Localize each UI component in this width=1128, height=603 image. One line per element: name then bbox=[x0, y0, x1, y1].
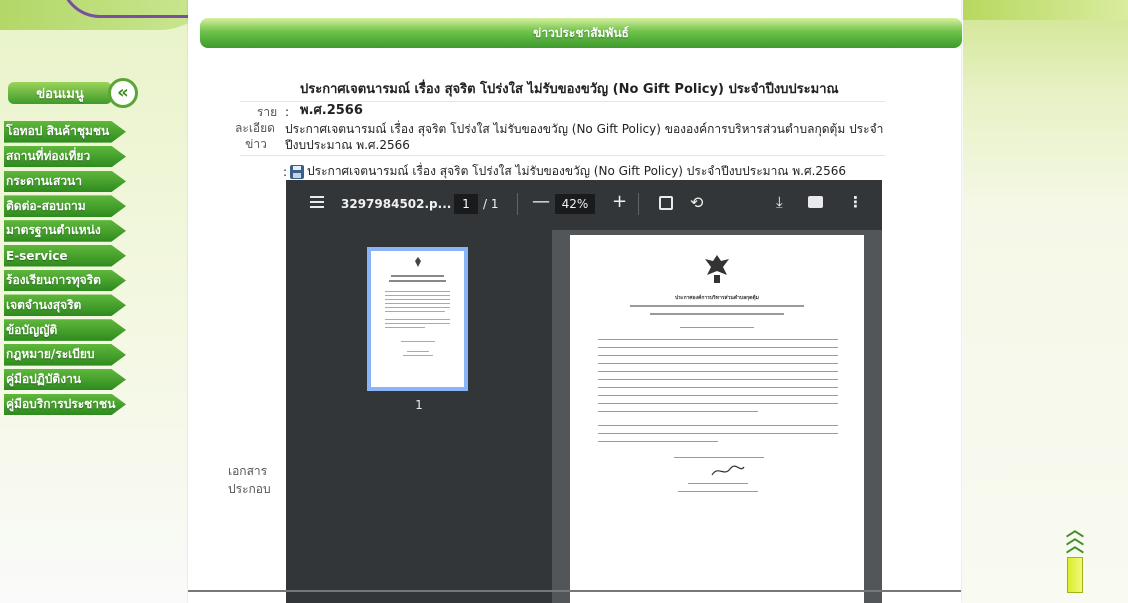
garuda-emblem-icon bbox=[705, 255, 729, 283]
sidebar-item-attractions[interactable]: สถานที่ท่องเที่ยว bbox=[4, 145, 126, 168]
thumbnail-page-number: 1 bbox=[415, 398, 423, 412]
hamburger-menu-icon[interactable] bbox=[310, 196, 324, 208]
fit-page-icon[interactable] bbox=[659, 196, 673, 210]
double-chevron-left-icon[interactable]: « bbox=[108, 78, 138, 108]
pdf-text-line bbox=[598, 363, 838, 364]
page-thumbnail[interactable] bbox=[367, 247, 468, 391]
sidebar-item-ordinances[interactable]: ข้อบัญญัติ bbox=[4, 319, 126, 341]
pdf-viewer[interactable]: 3297984502.p... 1 / 1 — 42% + ⟲ ⤓ ⋮ 1 ปร… bbox=[286, 180, 882, 603]
sidebar-item-laws[interactable]: กฎหมาย/ระเบียบ bbox=[4, 344, 126, 366]
pdf-text-line bbox=[630, 305, 804, 307]
print-icon[interactable] bbox=[808, 196, 823, 208]
news-title: ประกาศเจตนารมณ์ เรื่อง สุจริต โปร่งใส ไม… bbox=[300, 82, 839, 118]
pdf-text-line bbox=[598, 347, 838, 348]
pdf-text-line bbox=[598, 339, 838, 340]
rotate-icon[interactable]: ⟲ bbox=[690, 193, 703, 212]
scroll-to-top-icon[interactable]: ︿ ︿ ︿ bbox=[1058, 522, 1092, 593]
pdf-text-line bbox=[650, 313, 784, 315]
zoom-in-button[interactable]: + bbox=[612, 191, 627, 212]
detail-text: ปีงบประมาณ พ.ศ.2566 bbox=[285, 138, 410, 152]
sidebar-header: ข่อนเมนู « bbox=[8, 78, 138, 108]
sidebar-menu: โอทอป สินค้าชุมชน สถานที่ท่องเที่ยว กระด… bbox=[4, 121, 140, 418]
detail-colon: : bbox=[285, 105, 290, 119]
detail-label: ข่าว bbox=[245, 137, 267, 151]
page-number-input[interactable]: 1 bbox=[454, 194, 478, 214]
signature bbox=[711, 465, 745, 476]
toolbar-divider bbox=[638, 193, 639, 215]
toolbar-divider bbox=[517, 193, 518, 215]
pdf-toolbar: 3297984502.p... 1 / 1 — 42% + ⟲ ⤓ ⋮ bbox=[286, 180, 882, 230]
attachment-label-line: ประกอบ bbox=[228, 482, 271, 496]
detail-label: ราย bbox=[256, 105, 278, 119]
detail-text: ประกาศเจตนารมณ์ เรื่อง สุจริต โปร่งใส ไม… bbox=[285, 122, 884, 136]
sidebar-item-eservice[interactable]: E-service bbox=[4, 244, 126, 267]
sidebar-item-work-manual[interactable]: คู่มือปฏิบัติงาน bbox=[4, 368, 126, 391]
attachment-colon: : bbox=[283, 164, 288, 179]
attachment-label-line: เอกสาร bbox=[228, 464, 268, 478]
sidebar-item-position-standards[interactable]: มาตรฐานตำแหน่ง bbox=[4, 220, 126, 242]
pdf-text-line bbox=[598, 387, 838, 388]
pdf-text-line bbox=[678, 491, 758, 492]
pdf-page: ประกาศองค์การบริหารส่วนตำบลกุดตุ้ม bbox=[570, 235, 864, 603]
pdf-text-line bbox=[674, 457, 764, 458]
zoom-level-input[interactable]: 42% bbox=[555, 194, 595, 214]
divider bbox=[240, 101, 885, 102]
pdf-text-line bbox=[598, 403, 838, 404]
sidebar-item-otop[interactable]: โอทอป สินค้าชุมชน bbox=[4, 121, 126, 143]
attachment-title[interactable]: ประกาศเจตนารมณ์ เรื่อง สุจริต โปร่งใส ไม… bbox=[307, 162, 846, 181]
pdf-text-line bbox=[598, 411, 758, 412]
floppy-disk-icon bbox=[290, 164, 305, 179]
download-icon[interactable]: ⤓ bbox=[776, 193, 783, 211]
footer-divider bbox=[188, 590, 961, 592]
news-banner: ข่าวประชาสัมพันธ์ bbox=[200, 18, 962, 48]
attachment-label: เอกสาร ประกอบ bbox=[228, 462, 271, 498]
sidebar-title: ข่อนเมนู bbox=[8, 82, 112, 104]
pdf-text-line bbox=[598, 395, 838, 396]
thumbnail-preview bbox=[385, 257, 450, 356]
pdf-page-heading: ประกาศองค์การบริหารส่วนตำบลกุดตุ้ม bbox=[675, 295, 759, 301]
pdf-text-line bbox=[598, 371, 838, 372]
sidebar-item-contact[interactable]: ติดต่อ-สอบถาม bbox=[4, 195, 126, 217]
pdf-text-line bbox=[598, 441, 718, 442]
zoom-out-button[interactable]: — bbox=[532, 191, 550, 212]
pdf-text-line bbox=[598, 379, 838, 380]
pdf-text-line bbox=[598, 433, 838, 434]
page-total: / 1 bbox=[483, 197, 499, 211]
thumbnail-sidebar: 1 bbox=[286, 230, 552, 603]
pdf-text-line bbox=[680, 327, 754, 328]
pdf-text-line bbox=[598, 355, 838, 356]
pdf-text-line bbox=[598, 425, 838, 426]
right-background bbox=[963, 0, 1128, 603]
sidebar-item-integrity-intent[interactable]: เจตจำนงสุจริต bbox=[4, 294, 126, 317]
pdf-filename: 3297984502.p... bbox=[341, 197, 452, 211]
more-vertical-icon[interactable]: ⋮ bbox=[848, 193, 863, 211]
attachment-link[interactable]: : ประกาศเจตนารมณ์ เรื่อง สุจริต โปร่งใส … bbox=[283, 162, 846, 181]
pdf-text-line bbox=[688, 483, 748, 484]
sidebar-item-corruption-complaint[interactable]: ร้องเรียนการทุจริต bbox=[4, 269, 126, 292]
divider bbox=[240, 155, 885, 156]
sidebar-item-service-manual[interactable]: คู่มือบริการประชาชน bbox=[4, 393, 126, 416]
sidebar-item-forum[interactable]: กระดานเสวนา bbox=[4, 170, 126, 193]
detail-label: ละเอียด bbox=[235, 121, 275, 135]
